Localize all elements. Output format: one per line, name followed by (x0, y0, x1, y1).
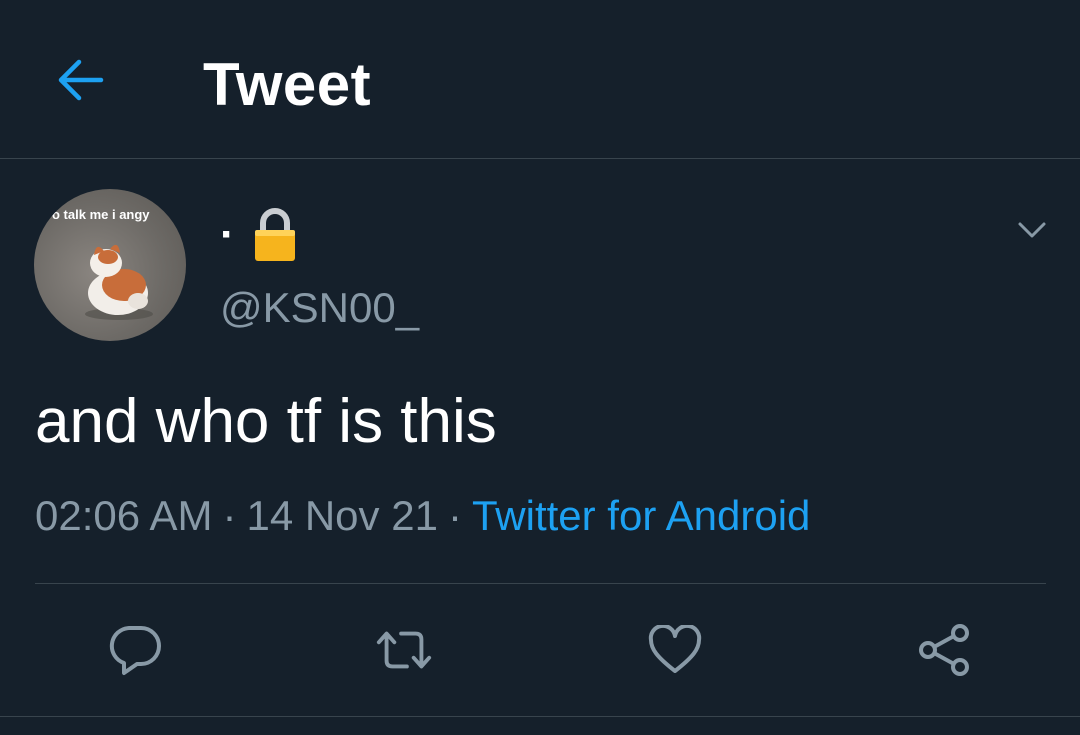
separator-dot: · (222, 492, 237, 539)
back-button[interactable] (40, 44, 120, 116)
kitten-illustration (85, 244, 153, 320)
share-button[interactable] (914, 620, 974, 680)
top-app-bar: Tweet (0, 0, 1080, 159)
tweet-text: and who tf is this (35, 387, 497, 456)
heart-icon (648, 625, 702, 673)
avatar[interactable]: o talk me i angy (34, 189, 186, 341)
tweet-screen: Tweet o talk me i angy · @KSN00_ and who… (0, 0, 1080, 735)
divider (35, 583, 1046, 584)
share-icon (919, 624, 969, 676)
arrow-left-icon (58, 59, 104, 101)
display-name-text: · (220, 210, 235, 259)
tweet-metadata: 02:06 AM · 14 Nov 21 · Twitter for Android (35, 492, 810, 540)
reply-icon (109, 626, 161, 675)
reply-button[interactable] (105, 620, 165, 680)
divider (0, 716, 1080, 717)
chevron-down-icon (1018, 222, 1046, 238)
tweet-time: 02:06 AM (35, 492, 213, 539)
display-name[interactable]: · (220, 205, 297, 265)
retweet-icon (376, 631, 432, 669)
tweet-options-button[interactable] (1008, 206, 1056, 254)
tweet-source-link[interactable]: Twitter for Android (472, 492, 810, 539)
lock-icon (254, 208, 295, 261)
retweet-button[interactable] (374, 620, 434, 680)
tweet-date: 14 Nov 21 (246, 492, 438, 539)
user-handle[interactable]: @KSN00_ (220, 284, 419, 332)
separator-dot: · (447, 492, 462, 539)
page-title: Tweet (203, 51, 372, 118)
like-button[interactable] (645, 620, 705, 680)
